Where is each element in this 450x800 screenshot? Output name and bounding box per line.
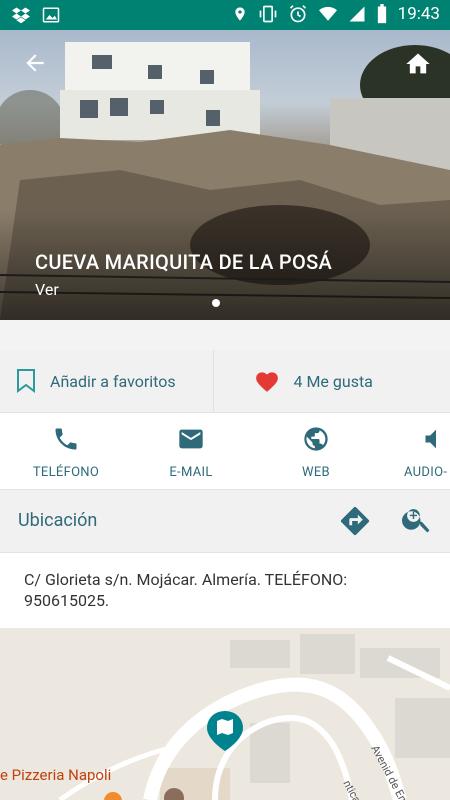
directions-button[interactable] xyxy=(338,504,372,542)
dropbox-icon xyxy=(12,7,30,24)
heart-icon xyxy=(255,372,278,392)
email-button[interactable]: E-MAIL xyxy=(146,425,236,480)
back-button[interactable] xyxy=(22,50,48,80)
alarm-icon xyxy=(289,5,306,23)
place-title: CUEVA MARIQUITA DE LA POSÁ xyxy=(35,250,333,274)
view-link[interactable]: Ver xyxy=(35,280,59,299)
zoom-in-button[interactable] xyxy=(400,502,434,540)
arrow-back-icon xyxy=(26,54,44,72)
audio-icon xyxy=(425,429,436,449)
carousel-indicator xyxy=(212,299,220,307)
signal-icon xyxy=(349,6,365,22)
phone-button[interactable]: TELÉFONO xyxy=(21,425,111,480)
location-title: Ubicación xyxy=(18,510,98,531)
email-label: E-MAIL xyxy=(169,465,213,480)
address-panel: C/ Glorieta s/n. Mojácar. Almería. TELÉF… xyxy=(0,553,450,628)
map-marker[interactable] xyxy=(206,710,244,756)
email-icon xyxy=(179,429,203,449)
contact-row: TELÉFONO E-MAIL WEB AUDIO- xyxy=(0,413,450,490)
map-pin-icon xyxy=(207,711,243,751)
vibrate-icon xyxy=(259,5,276,23)
like-button[interactable]: 4 Me gusta xyxy=(212,350,450,412)
address-text: C/ Glorieta s/n. Mojácar. Almería. TELÉF… xyxy=(24,570,348,610)
hero-image[interactable]: CUEVA MARIQUITA DE LA POSÁ Ver xyxy=(0,30,450,320)
audio-label: AUDIO- xyxy=(404,465,448,480)
audio-button[interactable]: AUDIO- xyxy=(390,425,450,480)
phone-label: TELÉFONO xyxy=(32,465,100,480)
likes-count: 4 Me gusta xyxy=(293,371,373,391)
web-label: WEB xyxy=(302,465,330,480)
zoom-in-icon xyxy=(402,509,430,533)
bookmark-icon xyxy=(17,369,35,393)
phone-icon xyxy=(55,428,77,450)
add-favorite-label: Añadir a favoritos xyxy=(50,371,176,391)
action-bar: Añadir a favoritos 4 Me gusta xyxy=(0,350,450,413)
globe-icon xyxy=(304,427,328,451)
add-favorite-button[interactable]: Añadir a favoritos xyxy=(0,350,213,412)
home-button[interactable] xyxy=(404,50,432,82)
home-icon xyxy=(406,53,430,74)
location-header: Ubicación xyxy=(0,490,450,553)
location-icon xyxy=(234,7,245,21)
battery-icon xyxy=(377,4,386,24)
web-button[interactable]: WEB xyxy=(271,425,361,480)
map-view[interactable]: e Pizzeria Napoli Avenid de Encam ntica xyxy=(0,628,450,800)
wifi-icon xyxy=(318,6,337,21)
clock: 19:43 xyxy=(397,4,440,24)
image-icon xyxy=(42,7,60,23)
directions-icon xyxy=(340,506,370,536)
poi-label: e Pizzeria Napoli xyxy=(0,766,112,784)
status-bar: 19:43 xyxy=(0,0,450,30)
